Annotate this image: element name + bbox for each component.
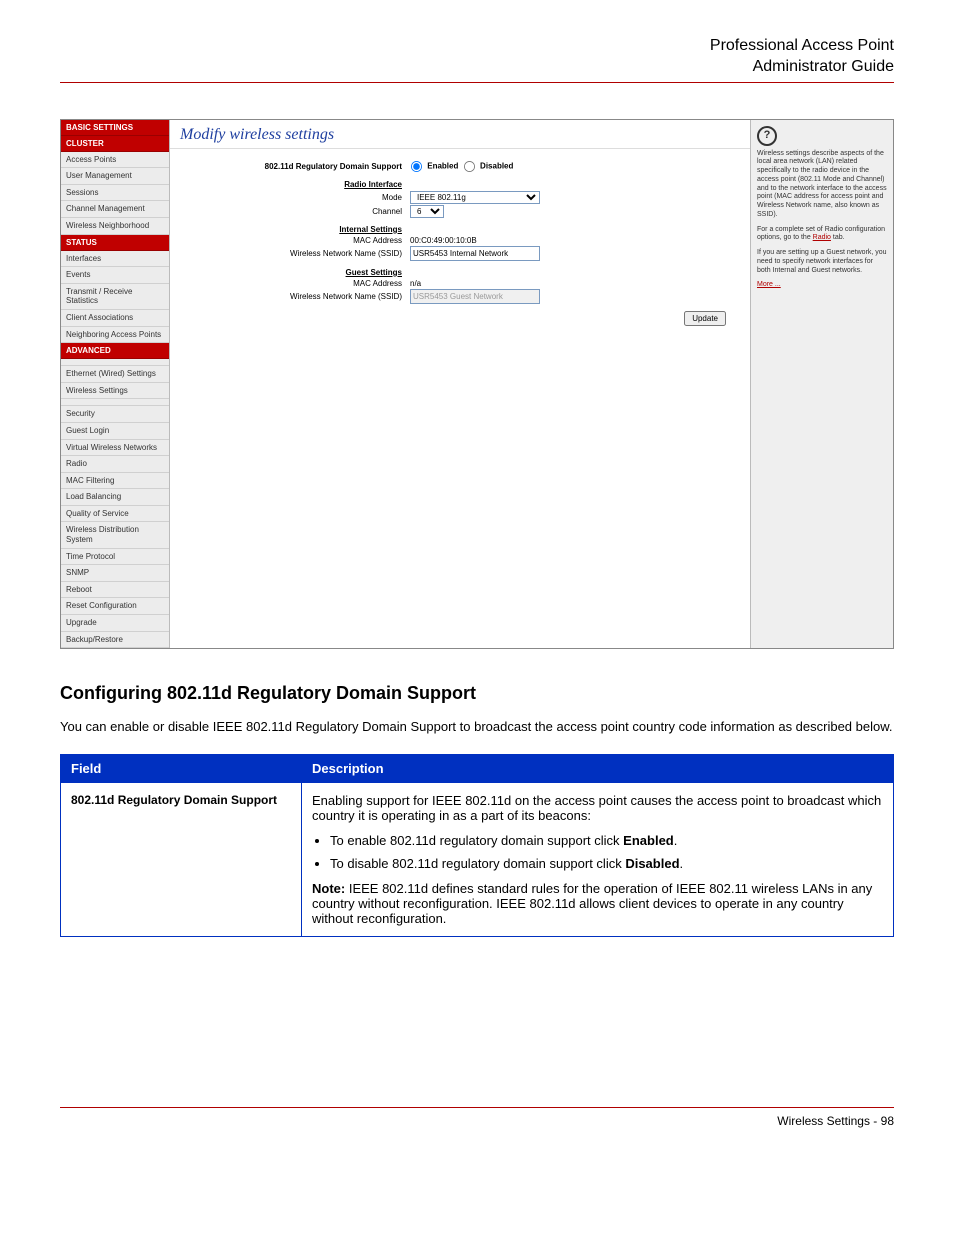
help-link-radio[interactable]: Radio bbox=[813, 234, 831, 241]
nav-wds[interactable]: Wireless Distribution System bbox=[61, 522, 169, 548]
nav-time-protocol[interactable]: Time Protocol bbox=[61, 549, 169, 566]
description-table: Field Description 802.11d Regulatory Dom… bbox=[60, 754, 894, 937]
nav-qos[interactable]: Quality of Service bbox=[61, 506, 169, 523]
nav-access-points[interactable]: Access Points bbox=[61, 152, 169, 169]
doc-header-line1: Professional Access Point bbox=[60, 36, 894, 57]
sidebar: BASIC SETTINGS CLUSTER Access Points Use… bbox=[61, 120, 169, 649]
desc-note: Note: IEEE 802.11d defines standard rule… bbox=[312, 881, 883, 926]
admin-ui-screenshot: BASIC SETTINGS CLUSTER Access Points Use… bbox=[60, 119, 894, 650]
nav-neighboring-aps[interactable]: Neighboring Access Points bbox=[61, 327, 169, 344]
nav-client-associations[interactable]: Client Associations bbox=[61, 310, 169, 327]
header-rule bbox=[60, 82, 894, 83]
nav-interfaces[interactable]: Interfaces bbox=[61, 251, 169, 268]
label-guest-ssid: Wireless Network Name (SSID) bbox=[182, 292, 410, 301]
help-link-more[interactable]: More ... bbox=[757, 281, 781, 288]
section-heading: Configuring 802.11d Regulatory Domain Su… bbox=[60, 683, 894, 704]
nav-upgrade[interactable]: Upgrade bbox=[61, 615, 169, 632]
nav-tx-rx-stats[interactable]: Transmit / Receive Statistics bbox=[61, 284, 169, 310]
nav-guest-login[interactable]: Guest Login bbox=[61, 423, 169, 440]
desc-li-disable: To disable 802.11d regulatory domain sup… bbox=[330, 856, 883, 871]
help-text-3: If you are setting up a Guest network, y… bbox=[757, 249, 887, 275]
nav-events[interactable]: Events bbox=[61, 267, 169, 284]
nav-wireless-settings[interactable]: Wireless Settings bbox=[61, 383, 169, 400]
radio-enabled[interactable] bbox=[411, 161, 422, 172]
nav-status[interactable]: STATUS bbox=[61, 235, 169, 251]
section-internal: Internal Settings bbox=[182, 219, 410, 235]
nav-cluster[interactable]: CLUSTER bbox=[61, 136, 169, 152]
th-description: Description bbox=[302, 754, 894, 782]
doc-header-line2: Administrator Guide bbox=[60, 57, 894, 78]
section-guest: Guest Settings bbox=[182, 262, 410, 278]
page-footer: Wireless Settings - 98 bbox=[60, 1107, 894, 1152]
help-text-2: For a complete set of Radio configuratio… bbox=[757, 226, 887, 244]
select-channel[interactable]: 6 bbox=[410, 205, 444, 218]
nav-snmp[interactable]: SNMP bbox=[61, 565, 169, 582]
nav-backup-restore[interactable]: Backup/Restore bbox=[61, 632, 169, 649]
help-panel: ? Wireless settings describe aspects of … bbox=[751, 120, 893, 649]
label-mode: Mode bbox=[182, 193, 410, 202]
desc-li-enable: To enable 802.11d regulatory domain supp… bbox=[330, 833, 883, 848]
nav-radio[interactable]: Radio bbox=[61, 456, 169, 473]
footer-rule bbox=[60, 1107, 894, 1108]
section-radio-interface: Radio Interface bbox=[182, 174, 410, 190]
help-text-1: Wireless settings describe aspects of th… bbox=[757, 150, 887, 220]
label-channel: Channel bbox=[182, 207, 410, 216]
value-internal-mac: 00:C0:49:00:10:0B bbox=[410, 236, 477, 245]
footer-text: Wireless Settings - 98 bbox=[60, 1114, 894, 1128]
td-description: Enabling support for IEEE 802.11d on the… bbox=[302, 782, 894, 936]
doc-header: Professional Access Point Administrator … bbox=[60, 36, 894, 78]
radio-disabled-label: Disabled bbox=[480, 161, 513, 170]
nav-channel-management[interactable]: Channel Management bbox=[61, 201, 169, 218]
radio-disabled[interactable] bbox=[464, 161, 475, 172]
nav-load-balancing[interactable]: Load Balancing bbox=[61, 489, 169, 506]
help-icon: ? bbox=[757, 126, 777, 146]
nav-advanced[interactable]: ADVANCED bbox=[61, 343, 169, 359]
nav-wireless-neighborhood[interactable]: Wireless Neighborhood bbox=[61, 218, 169, 235]
value-guest-mac: n/a bbox=[410, 279, 421, 288]
desc-intro: Enabling support for IEEE 802.11d on the… bbox=[312, 793, 883, 823]
main-panel: Modify wireless settings 802.11d Regulat… bbox=[169, 120, 751, 649]
nav-mac-filtering[interactable]: MAC Filtering bbox=[61, 473, 169, 490]
label-internal-ssid: Wireless Network Name (SSID) bbox=[182, 249, 410, 258]
radio-enabled-label: Enabled bbox=[427, 161, 458, 170]
nav-sessions[interactable]: Sessions bbox=[61, 185, 169, 202]
label-regulatory: 802.11d Regulatory Domain Support bbox=[265, 162, 402, 171]
page-title: Modify wireless settings bbox=[170, 120, 750, 149]
nav-virtual-wireless[interactable]: Virtual Wireless Networks bbox=[61, 440, 169, 457]
nav-reset-config[interactable]: Reset Configuration bbox=[61, 598, 169, 615]
nav-security[interactable]: Security bbox=[61, 406, 169, 423]
nav-user-management[interactable]: User Management bbox=[61, 168, 169, 185]
section-paragraph: You can enable or disable IEEE 802.11d R… bbox=[60, 718, 894, 736]
select-mode[interactable]: IEEE 802.11g bbox=[410, 191, 540, 204]
nav-ethernet-settings[interactable]: Ethernet (Wired) Settings bbox=[61, 366, 169, 383]
nav-basic-settings[interactable]: BASIC SETTINGS bbox=[61, 120, 169, 136]
nav-reboot[interactable]: Reboot bbox=[61, 582, 169, 599]
label-guest-mac: MAC Address bbox=[182, 279, 410, 288]
input-internal-ssid[interactable] bbox=[410, 246, 540, 261]
update-button[interactable]: Update bbox=[684, 311, 726, 326]
input-guest-ssid bbox=[410, 289, 540, 304]
td-field: 802.11d Regulatory Domain Support bbox=[61, 782, 302, 936]
th-field: Field bbox=[61, 754, 302, 782]
label-internal-mac: MAC Address bbox=[182, 236, 410, 245]
